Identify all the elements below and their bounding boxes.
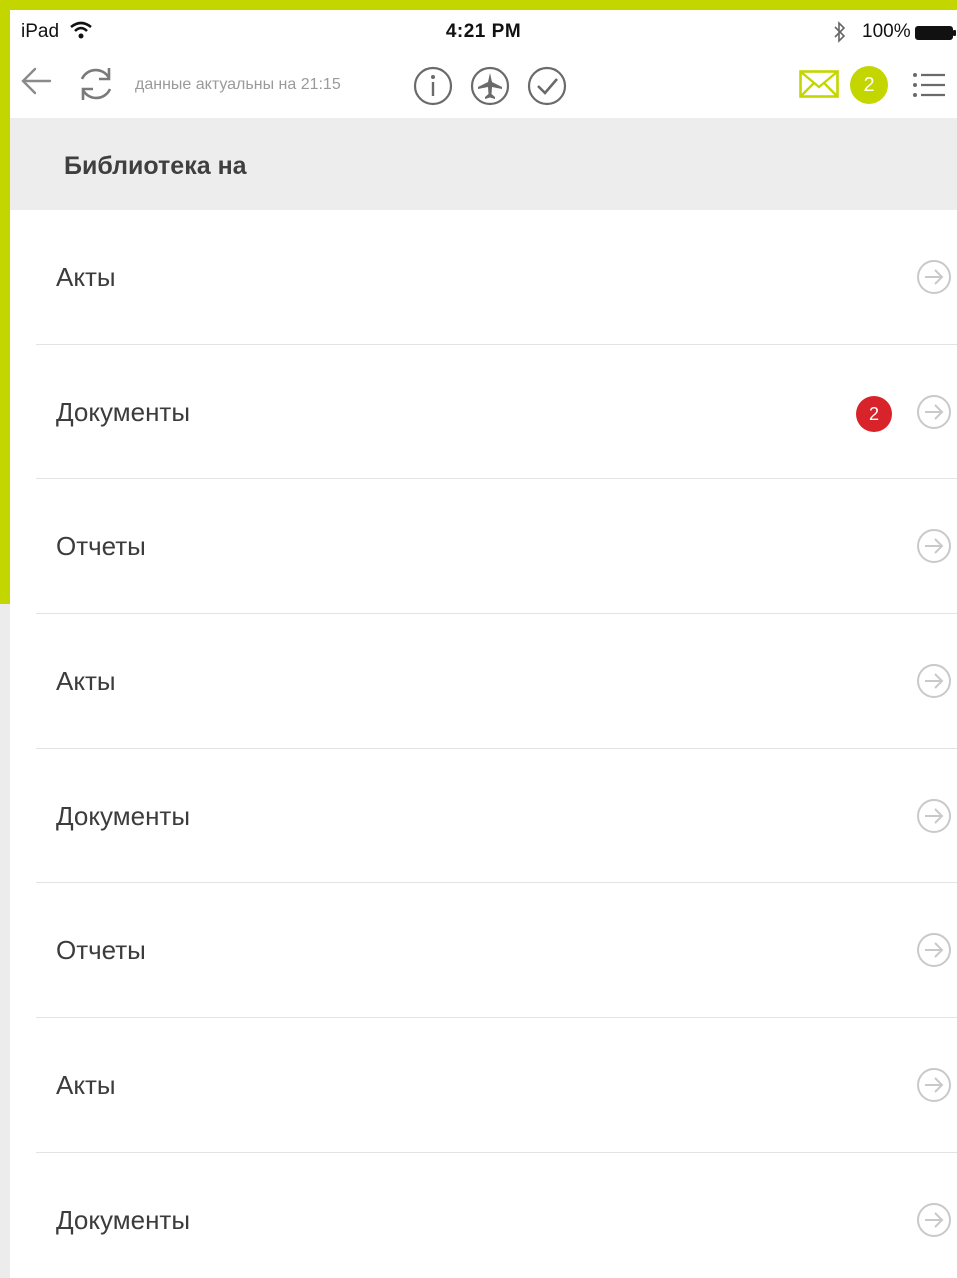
accent-frame-top bbox=[0, 0, 957, 10]
accent-frame-left bbox=[0, 0, 10, 604]
count-badge: 2 bbox=[856, 395, 892, 432]
list-item-label: Акты bbox=[56, 1070, 116, 1101]
status-bar: iPad 4:21 PM 100% bbox=[10, 10, 957, 52]
back-arrow-icon[interactable] bbox=[20, 64, 54, 103]
list-item-label: Акты bbox=[56, 666, 116, 697]
list-item-label: Отчеты bbox=[56, 935, 146, 966]
arrow-right-circle-icon[interactable] bbox=[916, 663, 952, 704]
list-item[interactable]: Акты bbox=[10, 1018, 957, 1153]
frame-left-gray bbox=[0, 604, 10, 1278]
arrow-right-circle-icon[interactable] bbox=[916, 394, 952, 435]
toolbar: данные актуальны на 21:15 2 bbox=[10, 52, 957, 118]
list-item[interactable]: Акты bbox=[10, 614, 957, 749]
list-item-label: Документы bbox=[56, 1204, 191, 1235]
list-item[interactable]: Отчеты bbox=[10, 883, 957, 1019]
list-item-label: Акты bbox=[56, 262, 116, 292]
list-item-label: Документы bbox=[56, 800, 191, 831]
list-item-label: Документы bbox=[56, 396, 191, 427]
arrow-right-circle-icon[interactable] bbox=[916, 528, 952, 569]
airplane-icon[interactable] bbox=[470, 66, 510, 111]
mail-icon[interactable] bbox=[799, 70, 839, 103]
refresh-icon[interactable] bbox=[74, 62, 118, 111]
arrow-right-circle-icon[interactable] bbox=[916, 1067, 952, 1108]
list-item[interactable]: Документы 2 bbox=[10, 345, 957, 480]
list-item-label: Отчеты bbox=[56, 531, 146, 562]
status-time: 4:21 PM bbox=[445, 21, 522, 42]
list-item[interactable]: Документы bbox=[10, 1153, 957, 1278]
library-list: Акты Документы 2 Отчеты Акты Документы О… bbox=[10, 210, 957, 1278]
bluetooth-icon bbox=[832, 21, 848, 49]
list-item[interactable]: Акты bbox=[10, 210, 957, 345]
sync-status-text: данные актуальны на 21:15 bbox=[135, 76, 341, 93]
info-icon[interactable] bbox=[413, 66, 453, 111]
app-screen: iPad 4:21 PM 100% данные актуальны на 21… bbox=[10, 10, 957, 1278]
section-title: Библиотека на bbox=[64, 152, 247, 180]
list-item[interactable]: Документы bbox=[10, 749, 957, 884]
menu-icon[interactable] bbox=[912, 72, 946, 103]
arrow-right-circle-icon[interactable] bbox=[916, 1202, 952, 1243]
mail-count-badge[interactable]: 2 bbox=[850, 66, 888, 104]
battery-icon bbox=[915, 26, 956, 40]
battery-percent: 100% bbox=[862, 21, 911, 42]
arrow-right-circle-icon[interactable] bbox=[916, 932, 952, 973]
list-item[interactable]: Отчеты bbox=[10, 479, 957, 615]
checkmark-icon[interactable] bbox=[527, 66, 567, 111]
arrow-right-circle-icon[interactable] bbox=[916, 798, 952, 839]
arrow-right-circle-icon[interactable] bbox=[916, 259, 952, 300]
section-header: Библиотека на bbox=[10, 118, 957, 210]
